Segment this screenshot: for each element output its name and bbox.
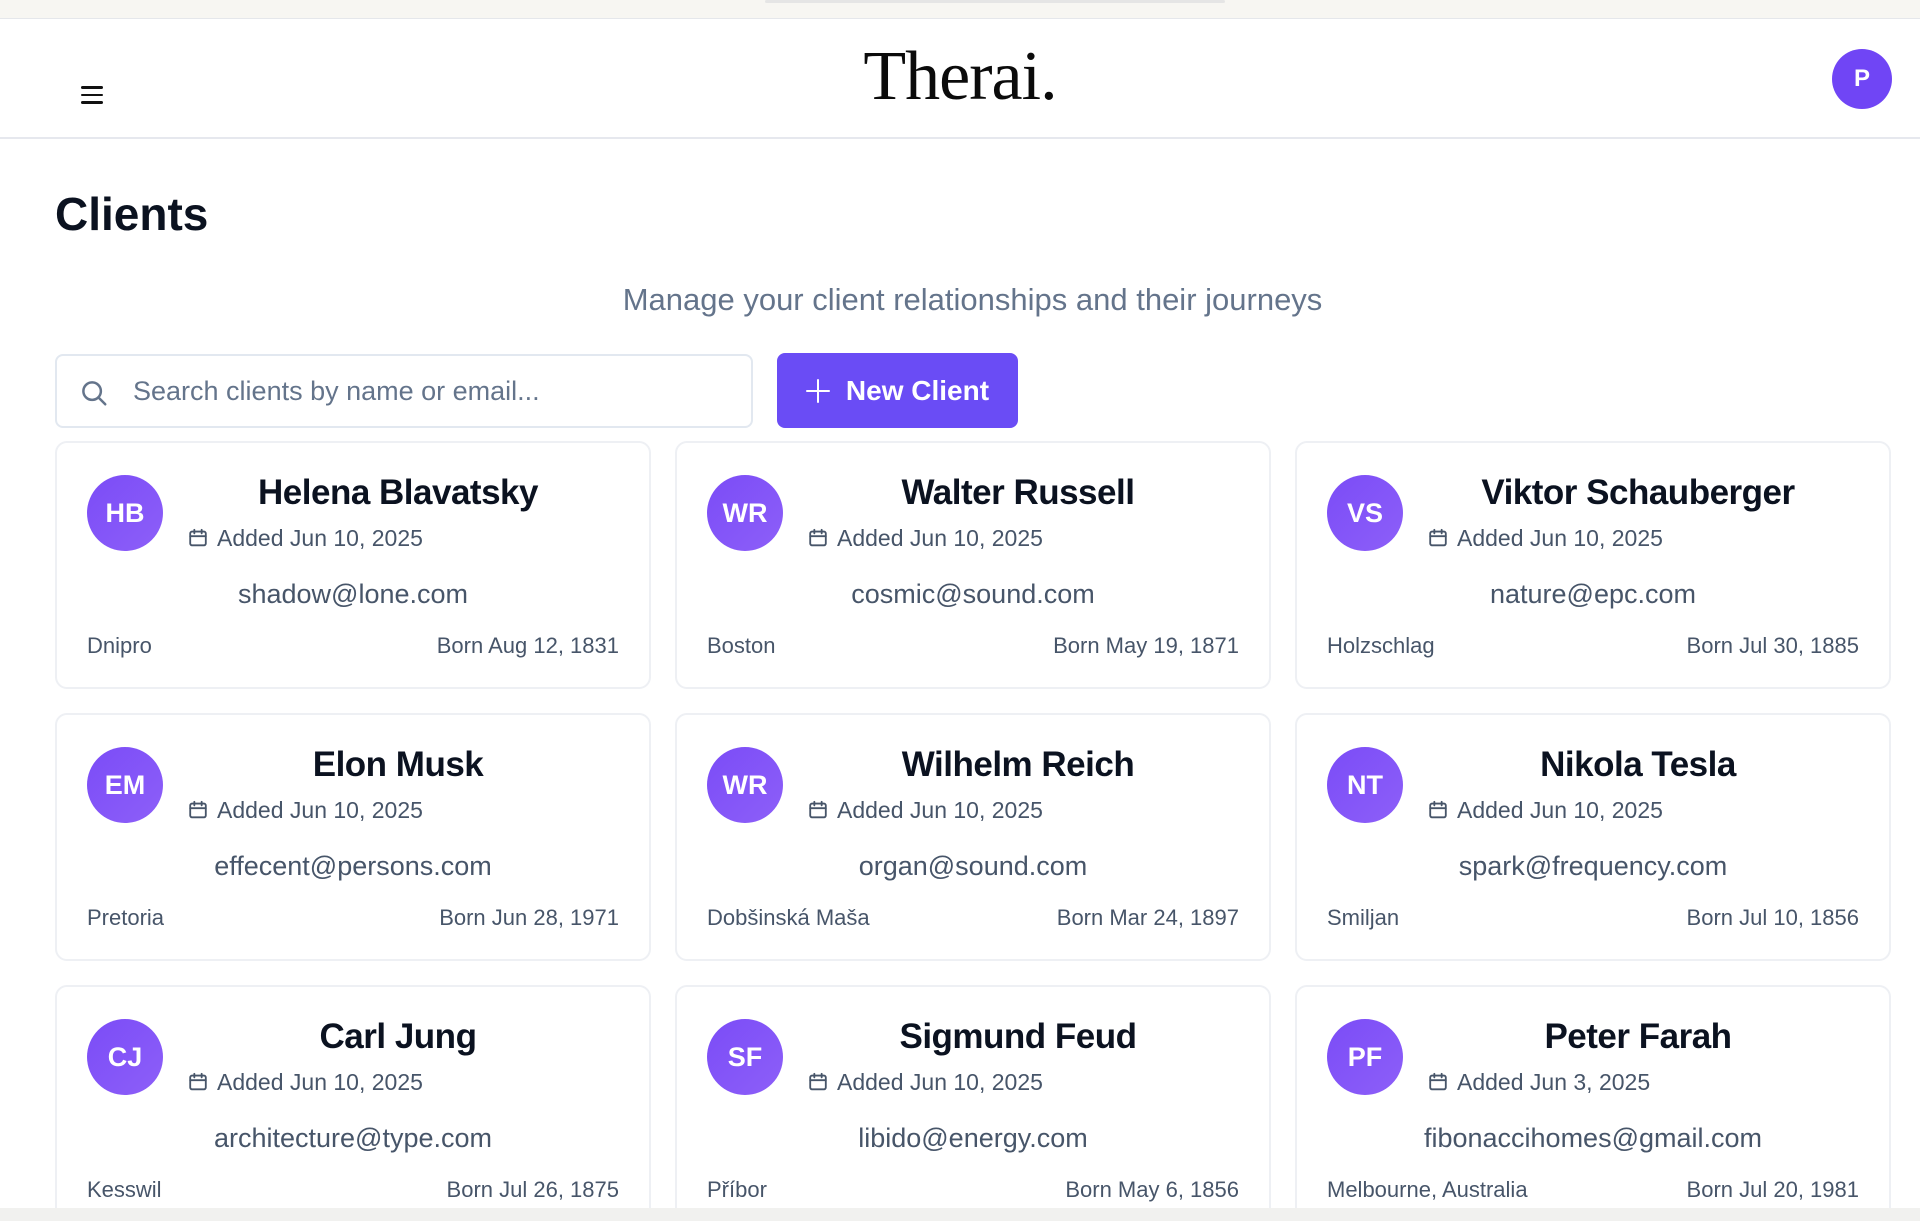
client-avatar: SF [707, 1019, 783, 1095]
calendar-icon [809, 800, 827, 819]
client-card[interactable]: WR Walter Russell Added Jun 10, 2025 cosmic… [675, 441, 1271, 689]
new-client-label: New Client [845, 374, 990, 406]
calendar-icon [1429, 1072, 1447, 1091]
client-card[interactable]: SF Sigmund Feud Added Jun 10, 2025 libido@e… [675, 985, 1271, 1208]
client-birthdate: Born Jul 26, 1875 [446, 1177, 619, 1202]
client-city: Melbourne, Australia [1327, 1177, 1528, 1202]
client-name: Wilhelm Reich [901, 745, 1135, 784]
client-card[interactable]: HB Helena Blavatsky Added Jun 10, 2025 shad… [55, 441, 651, 689]
client-added-date: Added Jun 3, 2025 [1427, 1067, 1650, 1097]
client-email: libido@energy.com [858, 1123, 1088, 1153]
client-added-date: Added Jun 10, 2025 [187, 1067, 423, 1097]
calendar-icon [189, 528, 207, 547]
search-box[interactable] [55, 354, 753, 428]
client-name: Sigmund Feud [899, 1017, 1137, 1056]
client-birthdate: Born May 19, 1871 [1053, 633, 1239, 658]
client-added-date: Added Jun 10, 2025 [187, 523, 423, 553]
client-added-label: Added Jun 10, 2025 [837, 1068, 1043, 1095]
user-avatar[interactable]: P [1832, 49, 1892, 109]
client-avatar: EM [87, 747, 163, 823]
client-avatar: VS [1327, 475, 1403, 551]
client-name: Viktor Schauberger [1481, 473, 1795, 512]
client-added-label: Added Jun 10, 2025 [837, 524, 1043, 551]
calendar-icon [1429, 800, 1447, 819]
client-card[interactable]: PF Peter Farah Added Jun 3, 2025 fibonaccih… [1295, 985, 1891, 1208]
calendar-icon [809, 1072, 827, 1091]
app-window: Therai. P Clients Manage your client rel… [0, 18, 1920, 1208]
client-birthdate: Born Mar 24, 1897 [1056, 905, 1239, 930]
client-name: Peter Farah [1544, 1017, 1732, 1056]
client-name: Nikola Tesla [1540, 745, 1736, 784]
search-icon [82, 381, 107, 406]
client-card[interactable]: NT Nikola Tesla Added Jun 10, 2025 spark@fr… [1295, 713, 1891, 961]
client-added-label: Added Jun 10, 2025 [217, 1068, 423, 1095]
client-added-label: Added Jun 10, 2025 [1457, 524, 1663, 551]
client-added-date: Added Jun 10, 2025 [807, 1067, 1043, 1097]
client-city: Příbor [707, 1177, 767, 1202]
client-birthdate: Born Aug 12, 1831 [436, 633, 619, 658]
client-email: shadow@lone.com [237, 579, 469, 609]
client-email: organ@sound.com [858, 851, 1088, 881]
client-birthdate: Born Jul 20, 1981 [1686, 1177, 1859, 1202]
client-added-label: Added Jun 10, 2025 [837, 796, 1043, 823]
calendar-icon [189, 800, 207, 819]
app-logo[interactable]: Therai. [0, 37, 1920, 117]
client-city: Kesswil [87, 1177, 162, 1202]
search-input[interactable] [133, 356, 733, 426]
window-drag-handle[interactable] [765, 0, 1225, 3]
new-client-button[interactable]: New Client [777, 353, 1018, 428]
client-avatar: PF [1327, 1019, 1403, 1095]
client-birthdate: Born Jul 30, 1885 [1686, 633, 1859, 658]
client-added-date: Added Jun 10, 2025 [1427, 795, 1663, 825]
client-birthdate: Born Jun 28, 1971 [439, 905, 619, 930]
client-added-label: Added Jun 10, 2025 [217, 524, 423, 551]
client-city: Smiljan [1327, 905, 1400, 930]
client-birthdate: Born Jul 10, 1856 [1686, 905, 1859, 930]
client-added-date: Added Jun 10, 2025 [187, 795, 423, 825]
client-card[interactable]: WR Wilhelm Reich Added Jun 10, 2025 organ@s… [675, 713, 1271, 961]
client-city: Boston [707, 633, 776, 658]
client-name: Elon Musk [312, 745, 484, 784]
client-email: spark@frequency.com [1458, 851, 1728, 881]
client-email: nature@epc.com [1489, 579, 1696, 609]
client-email: fibonaccihomes@gmail.com [1423, 1123, 1763, 1153]
client-added-date: Added Jun 10, 2025 [807, 523, 1043, 553]
window-top-strip [0, 0, 1920, 18]
client-card[interactable]: VS Viktor Schauberger Added Jun 10, 2025 na… [1295, 441, 1891, 689]
client-avatar: NT [1327, 747, 1403, 823]
top-header: Therai. P [0, 19, 1920, 139]
client-card[interactable]: EM Elon Musk Added Jun 10, 2025 effecent@pe… [55, 713, 651, 961]
plus-icon [805, 378, 830, 403]
client-added-label: Added Jun 3, 2025 [1457, 1068, 1651, 1095]
client-avatar: WR [707, 475, 783, 551]
client-avatar: WR [707, 747, 783, 823]
client-added-date: Added Jun 10, 2025 [807, 795, 1043, 825]
client-added-label: Added Jun 10, 2025 [1457, 796, 1663, 823]
client-avatar: CJ [87, 1019, 163, 1095]
client-name: Carl Jung [319, 1017, 477, 1056]
client-added-date: Added Jun 10, 2025 [1427, 523, 1663, 553]
client-name: Walter Russell [901, 473, 1135, 512]
client-city: Dnipro [87, 633, 152, 658]
page-title: Clients [55, 188, 209, 240]
client-city: Holzschlag [1327, 633, 1435, 658]
client-card[interactable]: CJ Carl Jung Added Jun 10, 2025 architectur… [55, 985, 651, 1208]
client-city: Pretoria [87, 905, 165, 930]
client-email: architecture@type.com [213, 1123, 492, 1153]
page-subtitle: Manage your client relationships and the… [622, 282, 1323, 317]
calendar-icon [189, 1072, 207, 1091]
client-birthdate: Born May 6, 1856 [1065, 1177, 1239, 1202]
client-email: effecent@persons.com [214, 851, 492, 881]
client-added-label: Added Jun 10, 2025 [217, 796, 423, 823]
client-avatar: HB [87, 475, 163, 551]
client-name: Helena Blavatsky [258, 473, 538, 512]
client-city: Dobšinská Maša [707, 905, 870, 930]
calendar-icon [809, 528, 827, 547]
client-email: cosmic@sound.com [851, 579, 1095, 609]
calendar-icon [1429, 528, 1447, 547]
window-bottom-strip [0, 1208, 1920, 1221]
